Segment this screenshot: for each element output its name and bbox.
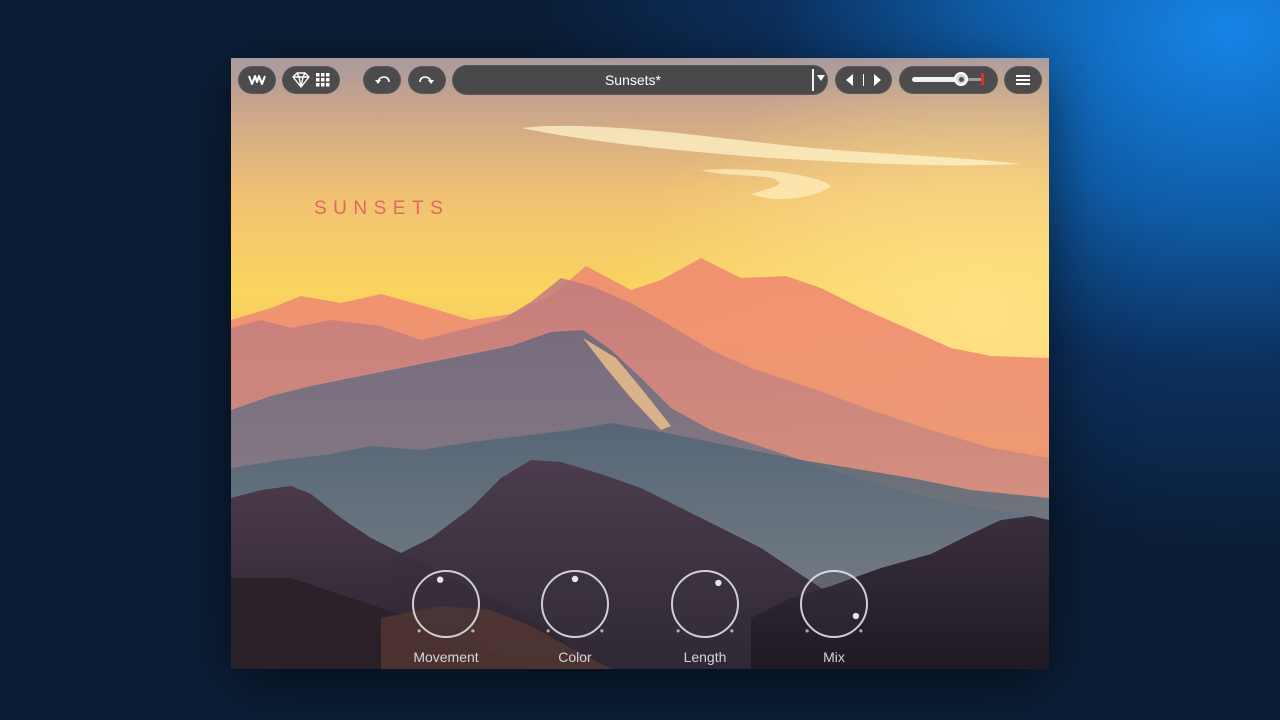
sunset-mountain-background — [231, 58, 1049, 669]
redo-icon — [419, 76, 434, 84]
knob-ring — [671, 570, 739, 638]
presets-gallery-button[interactable] — [282, 66, 340, 94]
length-label: Length — [683, 649, 727, 665]
grid-icon — [316, 73, 330, 87]
diamond-icon — [292, 72, 310, 88]
knob-pointer — [852, 612, 860, 620]
preset-name[interactable]: Sunsets* — [453, 66, 813, 94]
mix-label: Mix — [823, 649, 845, 665]
plugin-window: Sunsets* SUNSETS Movement Color Length M… — [231, 58, 1049, 669]
knob-pointer — [571, 575, 579, 583]
nav-divider — [862, 74, 865, 86]
slider-thumb-center — [959, 77, 964, 82]
caret-down-icon[interactable] — [817, 75, 825, 81]
preset-divider — [812, 69, 814, 91]
knob-max-tick — [730, 629, 734, 633]
triangle-left-icon[interactable] — [845, 74, 855, 86]
mix-knob[interactable] — [784, 568, 884, 648]
knob-min-tick — [417, 629, 421, 633]
color-label: Color — [558, 649, 592, 665]
knob-pointer — [436, 576, 444, 583]
knob-max-tick — [859, 629, 863, 633]
waves-logo-button[interactable] — [238, 66, 276, 94]
knob-max-tick — [600, 629, 604, 633]
color-knob[interactable] — [525, 568, 625, 648]
preset-navigation — [835, 66, 892, 94]
hamburger-menu-icon — [1016, 75, 1030, 85]
preset-selector[interactable]: Sunsets* — [452, 65, 828, 95]
knob-min-tick — [805, 629, 809, 633]
movement-knob-control: Movement — [396, 568, 496, 669]
menu-button[interactable] — [1004, 66, 1042, 94]
length-knob[interactable] — [655, 568, 755, 648]
plugin-title: SUNSETS — [314, 198, 450, 219]
mix-knob-control: Mix — [784, 568, 884, 669]
knob-max-tick — [471, 629, 475, 633]
undo-icon — [375, 76, 390, 84]
knob-min-tick — [546, 629, 550, 633]
color-knob-control: Color — [525, 568, 625, 669]
top-toolbar: Sunsets* — [231, 58, 1049, 102]
redo-button[interactable] — [408, 66, 446, 94]
undo-button[interactable] — [363, 66, 401, 94]
knob-ring — [800, 570, 868, 638]
clip-indicator — [981, 73, 984, 85]
output-level-slider-thumb[interactable] — [954, 72, 968, 86]
knob-ring — [412, 570, 480, 638]
knob-pointer — [715, 579, 722, 587]
movement-label: Movement — [413, 649, 479, 665]
knob-min-tick — [676, 629, 680, 633]
waves-logo-icon — [248, 75, 266, 85]
triangle-right-icon[interactable] — [872, 74, 882, 86]
movement-knob[interactable] — [396, 568, 496, 648]
length-knob-control: Length — [655, 568, 755, 669]
